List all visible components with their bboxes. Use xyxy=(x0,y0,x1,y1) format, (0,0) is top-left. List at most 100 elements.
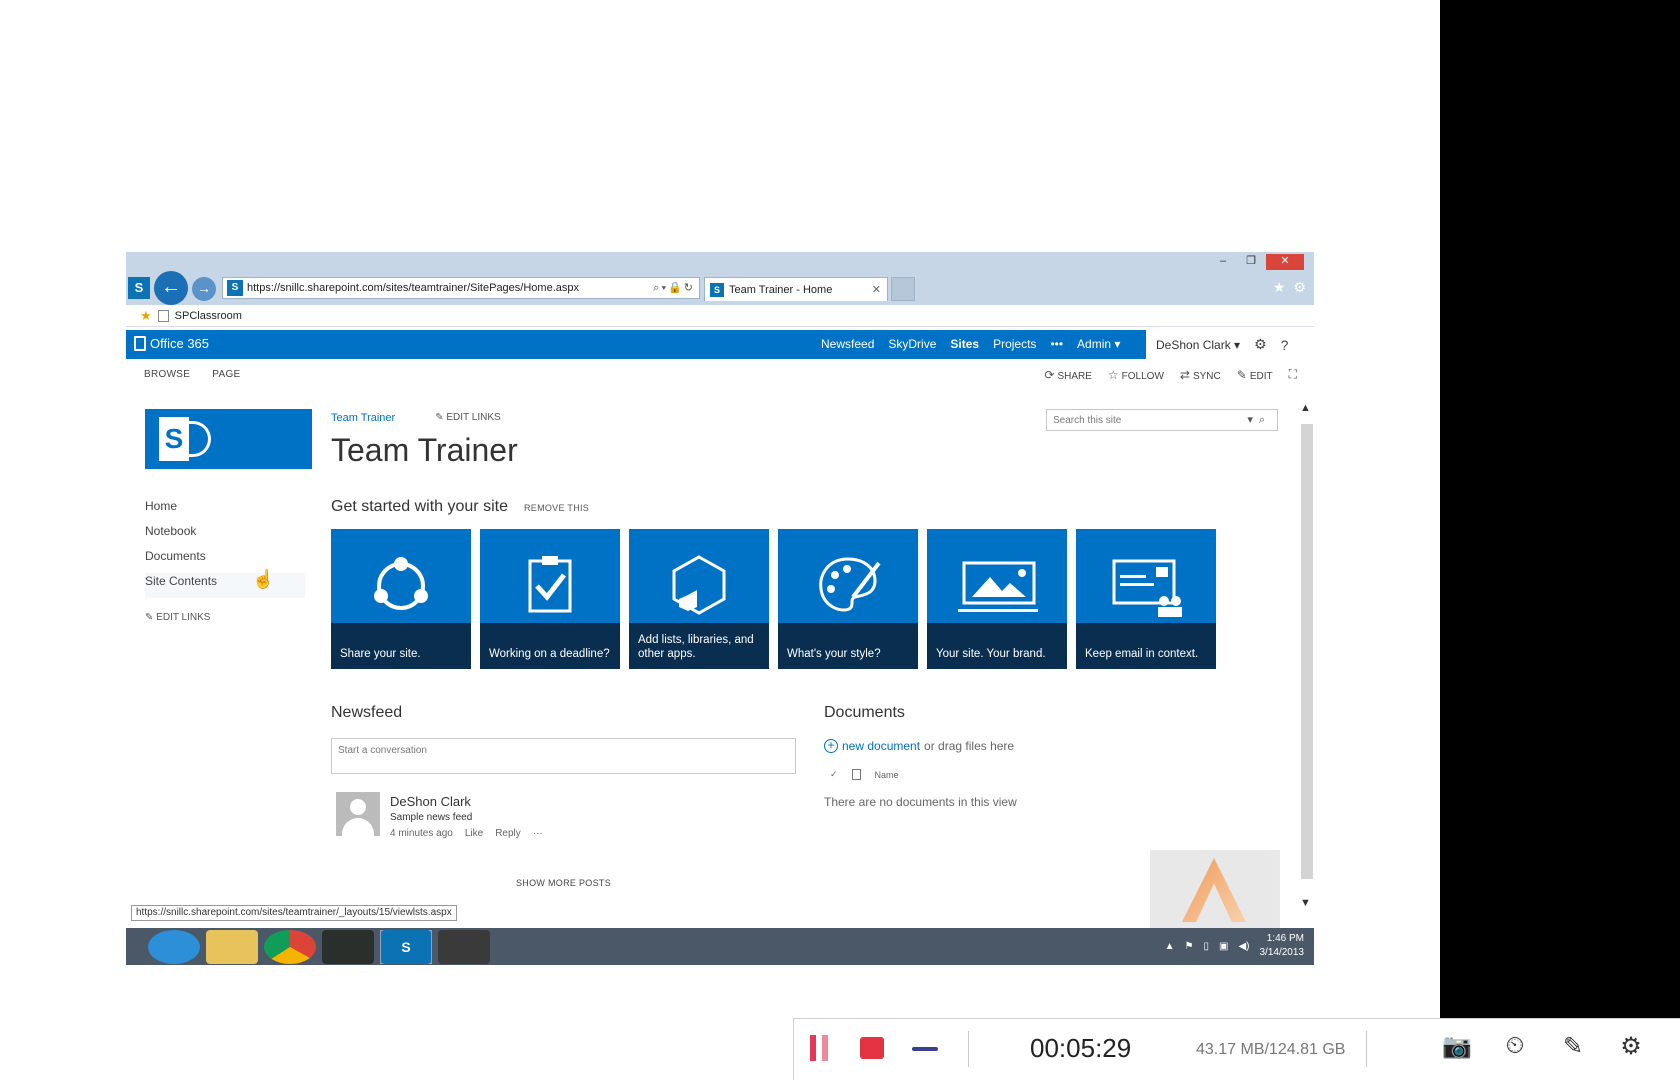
settings-gear-icon[interactable]: ⚙ xyxy=(1254,336,1267,353)
gear-icon[interactable]: ⚙ xyxy=(1293,279,1306,296)
minimize-button[interactable]: – xyxy=(1210,254,1236,270)
more-options-icon[interactable]: ··· xyxy=(533,828,543,839)
browser-titlebar: – ❐ ✕ S ← → S https://snillc.sharepoint.… xyxy=(126,252,1314,305)
follow-button[interactable]: ☆ FOLLOW xyxy=(1108,368,1164,382)
new-tab-button[interactable] xyxy=(891,277,915,301)
tab-browse[interactable]: BROWSE xyxy=(144,369,190,380)
taskbar-app-4[interactable] xyxy=(322,930,374,964)
settings-gear-icon[interactable]: ⚙ xyxy=(1614,1032,1648,1061)
tile-share-site[interactable]: Share your site. xyxy=(331,529,471,669)
address-bar[interactable]: S https://snillc.sharepoint.com/sites/te… xyxy=(222,277,700,299)
tray-expand-icon[interactable]: ▲ xyxy=(1165,941,1175,952)
remove-this-link[interactable]: REMOVE THIS xyxy=(524,503,589,513)
suite-link-skydrive[interactable]: SkyDrive xyxy=(888,337,936,351)
taskbar-ie[interactable] xyxy=(148,930,200,964)
camera-icon[interactable]: 📷 xyxy=(1440,1032,1474,1061)
nav-notebook[interactable]: Notebook xyxy=(145,523,305,548)
focus-content-icon[interactable]: ⛶ xyxy=(1289,367,1297,382)
volume-icon[interactable]: ◀) xyxy=(1238,941,1249,952)
user-name-menu[interactable]: DeShon Clark ▾ xyxy=(1156,338,1240,352)
browser-tools: ★ ⚙ xyxy=(1273,279,1306,296)
empty-documents-message: There are no documents in this view xyxy=(824,795,1017,809)
close-window-button[interactable]: ✕ xyxy=(1266,254,1304,270)
show-more-posts-link[interactable]: SHOW MORE POSTS xyxy=(516,878,611,888)
plus-circle-icon[interactable]: + xyxy=(824,739,838,753)
tile-style[interactable]: What's your style? xyxy=(778,529,918,669)
annotate-icon[interactable]: ✎ xyxy=(1556,1032,1590,1061)
favorites-star-icon[interactable]: ★ xyxy=(140,308,152,324)
help-icon[interactable]: ? xyxy=(1281,337,1289,353)
suite-link-admin[interactable]: Admin ▾ xyxy=(1077,337,1120,351)
scroll-up-icon[interactable]: ▲ xyxy=(1300,402,1311,414)
post-author[interactable]: DeShon Clark xyxy=(390,794,471,809)
newsfeed-heading: Newsfeed xyxy=(331,704,403,721)
restore-button[interactable]: ❐ xyxy=(1238,254,1264,270)
clipboard-check-icon xyxy=(480,551,620,626)
tile-brand[interactable]: Your site. Your brand. xyxy=(927,529,1067,669)
taskbar-chrome[interactable] xyxy=(264,930,316,964)
like-link[interactable]: Like xyxy=(465,828,483,839)
sync-button[interactable]: ⇄ SYNC xyxy=(1180,368,1221,382)
avatar-body xyxy=(342,818,374,836)
quicklaunch-edit-links[interactable]: ✎ EDIT LINKS xyxy=(145,610,305,635)
site-search-input[interactable]: Search this site ▾⌕ xyxy=(1046,409,1278,431)
tile-email[interactable]: Keep email in context. xyxy=(1076,529,1216,669)
minimize-recorder-button[interactable] xyxy=(912,1047,938,1051)
scroll-down-icon[interactable]: ▼ xyxy=(1300,897,1311,909)
sharepoint-icon: S xyxy=(381,930,431,964)
avatar[interactable] xyxy=(336,792,380,836)
suite-link-sites[interactable]: Sites xyxy=(950,337,979,351)
nav-home[interactable]: Home xyxy=(145,498,305,523)
edit-button[interactable]: ✎ EDIT xyxy=(1237,368,1273,382)
nav-site-contents[interactable]: Site Contents xyxy=(145,573,305,598)
search-icon[interactable]: ▾⌕ xyxy=(1247,413,1271,427)
favorites-bar: ★ SPClassroom xyxy=(126,305,1314,327)
tab-team-trainer-home[interactable]: S Team Trainer - Home ✕ xyxy=(704,277,888,301)
taskbar-sharepoint[interactable]: S xyxy=(380,930,432,964)
tab-page[interactable]: PAGE xyxy=(212,369,240,380)
checkmark-icon[interactable]: ✓ xyxy=(830,769,838,780)
system-tray: ▲ ⚑ ▯ ▣ ◀) 1:46 PM 3/14/2013 xyxy=(1165,932,1304,960)
ribbon-bar: BROWSE PAGE ⟳ SHARE ☆ FOLLOW ⇄ SYNC ✎ EDIT ⛶ xyxy=(126,360,1314,388)
start-conversation-input[interactable]: Start a conversation xyxy=(331,738,796,774)
back-button[interactable]: ← xyxy=(154,271,188,305)
suite-link-more[interactable]: ••• xyxy=(1050,337,1063,351)
favorites-item[interactable]: SPClassroom xyxy=(175,310,242,322)
tile-add-apps[interactable]: Add lists, libraries, and other apps. xyxy=(629,529,769,669)
battery-icon[interactable]: ▯ xyxy=(1204,941,1210,952)
watermark-logo xyxy=(1150,850,1280,932)
sharepoint-logo-icon: S xyxy=(159,417,189,461)
drag-files-text: or drag files here xyxy=(924,739,1015,753)
clock[interactable]: 1:46 PM 3/14/2013 xyxy=(1260,932,1305,960)
tile-deadline[interactable]: Working on a deadline? xyxy=(480,529,620,669)
share-button[interactable]: ⟳ SHARE xyxy=(1044,368,1092,382)
suite-link-newsfeed[interactable]: Newsfeed xyxy=(821,337,874,351)
tab-close-icon[interactable]: ✕ xyxy=(872,283,881,296)
breadcrumb-site-link[interactable]: Team Trainer xyxy=(331,412,395,424)
stop-button[interactable] xyxy=(860,1037,884,1059)
flag-icon[interactable]: ⚑ xyxy=(1185,941,1194,952)
sharepoint-arrow-shape xyxy=(189,421,211,457)
address-tools-icon[interactable]: ⌕▾🔒↻ xyxy=(653,281,699,295)
network-icon[interactable]: ▣ xyxy=(1219,941,1228,952)
follow-label: FOLLOW xyxy=(1121,370,1164,382)
office-icon xyxy=(134,336,146,351)
office365-logo[interactable]: Office 365 xyxy=(134,336,209,351)
reply-link[interactable]: Reply xyxy=(495,828,521,839)
pencil-icon: ✎ xyxy=(1236,367,1247,382)
top-edit-links[interactable]: ✎ EDIT LINKS xyxy=(435,412,500,424)
vertical-scrollbar[interactable] xyxy=(1301,424,1313,879)
taskbar-explorer[interactable] xyxy=(206,930,258,964)
nav-documents[interactable]: Documents xyxy=(145,548,305,573)
pause-button[interactable] xyxy=(810,1035,832,1061)
suite-link-projects[interactable]: Projects xyxy=(993,337,1036,351)
forward-button[interactable]: → xyxy=(192,277,216,301)
taskbar-app-6[interactable] xyxy=(438,930,490,964)
column-name[interactable]: Name xyxy=(875,770,899,780)
site-logo[interactable]: S xyxy=(145,409,312,469)
favorites-star-icon[interactable]: ★ xyxy=(1273,279,1286,296)
new-document-link[interactable]: new document xyxy=(842,739,920,753)
status-bar-url: https://snillc.sharepoint.com/sites/team… xyxy=(131,905,457,921)
timer-icon[interactable]: ⏲ xyxy=(1498,1032,1532,1061)
tile-caption: Add lists, libraries, and other apps. xyxy=(629,623,769,669)
